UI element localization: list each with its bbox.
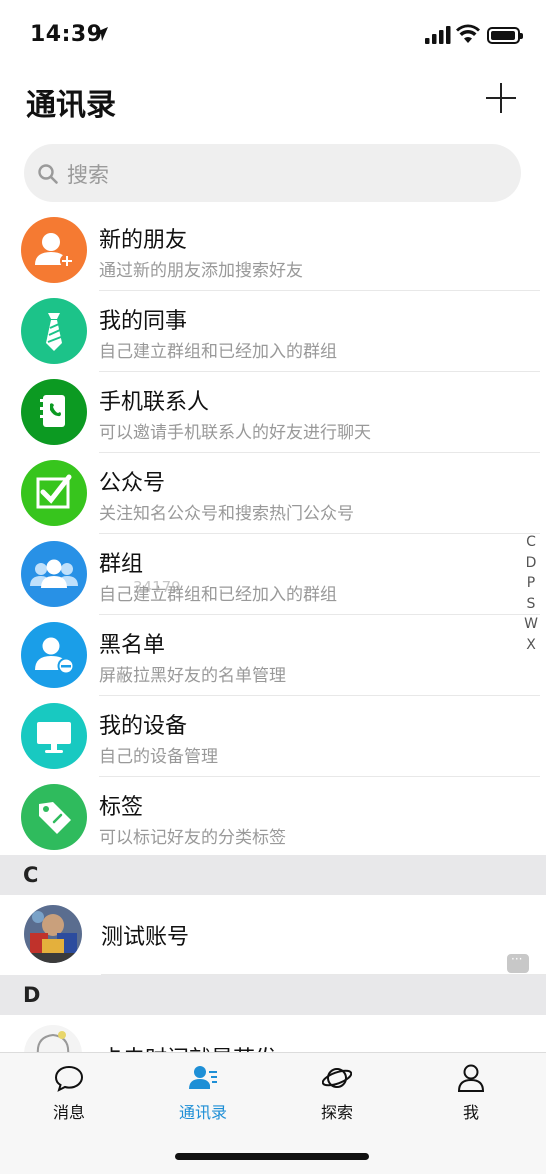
tab-messages[interactable]: 消息 bbox=[14, 1053, 124, 1133]
index-letter[interactable]: P bbox=[524, 573, 538, 594]
tab-explore[interactable]: 探索 bbox=[282, 1053, 392, 1133]
page-title: 通讯录 bbox=[26, 88, 116, 123]
tie-icon bbox=[21, 298, 87, 364]
entry-title: 黑名单 bbox=[99, 633, 166, 658]
contact-row[interactable]: 卡夫时间就是若发 bbox=[0, 1015, 546, 1052]
search-placeholder: 搜索 bbox=[67, 163, 109, 187]
planet-icon bbox=[322, 1068, 352, 1088]
entry-title: 标签 bbox=[99, 795, 144, 820]
tab-label: 消息 bbox=[52, 1103, 85, 1122]
avatar bbox=[24, 1025, 82, 1052]
entry-subtitle: 可以邀请手机联系人的好友进行聊天 bbox=[99, 423, 371, 443]
block-person-icon bbox=[21, 622, 87, 688]
search-icon bbox=[38, 164, 58, 184]
entry-groups[interactable]: 群组 自己建立群组和已经加入的群组 bbox=[0, 534, 540, 615]
home-indicator bbox=[175, 1153, 369, 1160]
entry-subtitle: 关注知名公众号和搜索热门公众号 bbox=[99, 504, 354, 524]
phonebook-icon bbox=[21, 379, 87, 445]
entry-subtitle: 自己建立群组和已经加入的群组 bbox=[99, 342, 337, 362]
tab-contacts[interactable]: 通讯录 bbox=[148, 1053, 258, 1133]
contact-name: 卡夫时间就是若发 bbox=[101, 1041, 277, 1052]
alphabet-index-bar[interactable]: C D P S W X bbox=[524, 532, 538, 655]
tab-label: 我 bbox=[462, 1103, 479, 1122]
contact-name: 测试账号 bbox=[101, 925, 190, 950]
entry-title: 我的设备 bbox=[99, 714, 188, 739]
cellular-signal-icon bbox=[425, 26, 451, 44]
watermark: 34179 bbox=[133, 578, 181, 596]
group-icon bbox=[21, 541, 87, 607]
entry-subtitle: 通过新的朋友添加搜索好友 bbox=[99, 261, 303, 281]
person-icon bbox=[457, 1064, 485, 1092]
entry-title: 我的同事 bbox=[99, 309, 188, 334]
checkbox-icon bbox=[21, 460, 87, 526]
index-letter[interactable]: C bbox=[524, 532, 538, 553]
status-bar: 14:39 bbox=[0, 0, 546, 72]
entry-new-friends[interactable]: 新的朋友 通过新的朋友添加搜索好友 bbox=[0, 210, 540, 291]
section-letter: D bbox=[23, 983, 41, 1007]
section-letter: C bbox=[23, 863, 39, 887]
entry-title: 新的朋友 bbox=[99, 228, 188, 253]
battery-icon bbox=[487, 27, 523, 44]
tag-icon bbox=[21, 784, 87, 850]
index-letter[interactable]: W bbox=[524, 614, 538, 635]
entry-subtitle: 自己的设备管理 bbox=[99, 747, 218, 767]
tab-label: 通讯录 bbox=[178, 1103, 227, 1122]
floating-chat-icon[interactable] bbox=[507, 952, 529, 973]
index-letter[interactable]: D bbox=[524, 553, 538, 574]
index-letter[interactable]: S bbox=[524, 594, 538, 615]
entry-colleagues[interactable]: 我的同事 自己建立群组和已经加入的群组 bbox=[0, 291, 540, 372]
entry-title: 公众号 bbox=[99, 471, 166, 496]
entry-official-accounts[interactable]: 公众号 关注知名公众号和搜索热门公众号 bbox=[0, 453, 540, 534]
add-icon[interactable] bbox=[486, 83, 516, 113]
tab-me[interactable]: 我 bbox=[416, 1053, 526, 1133]
entry-subtitle: 可以标记好友的分类标签 bbox=[99, 828, 286, 848]
entry-phone-contacts[interactable]: 手机联系人 可以邀请手机联系人的好友进行聊天 bbox=[0, 372, 540, 453]
monitor-icon bbox=[21, 703, 87, 769]
status-time: 14:39 bbox=[30, 22, 103, 47]
location-arrow-icon bbox=[94, 27, 108, 41]
section-header-c: C bbox=[0, 855, 546, 895]
contacts-icon bbox=[189, 1066, 217, 1089]
search-input[interactable]: 搜索 bbox=[24, 144, 521, 202]
entry-title: 群组 bbox=[99, 552, 144, 577]
entry-title: 手机联系人 bbox=[99, 390, 210, 415]
entry-blacklist[interactable]: 黑名单 屏蔽拉黑好友的名单管理 bbox=[0, 615, 540, 696]
index-letter[interactable]: X bbox=[524, 635, 538, 656]
entry-subtitle: 屏蔽拉黑好友的名单管理 bbox=[99, 666, 286, 686]
tab-label: 探索 bbox=[320, 1103, 353, 1122]
contact-row[interactable]: 测试账号 bbox=[0, 895, 546, 975]
wifi-icon bbox=[456, 24, 480, 43]
add-person-icon bbox=[21, 217, 87, 283]
entry-my-devices[interactable]: 我的设备 自己的设备管理 bbox=[0, 696, 540, 777]
avatar bbox=[24, 905, 82, 963]
chat-bubble-icon bbox=[54, 1065, 84, 1092]
section-header-d: D bbox=[0, 975, 546, 1015]
entry-tags[interactable]: 标签 可以标记好友的分类标签 bbox=[0, 777, 540, 858]
